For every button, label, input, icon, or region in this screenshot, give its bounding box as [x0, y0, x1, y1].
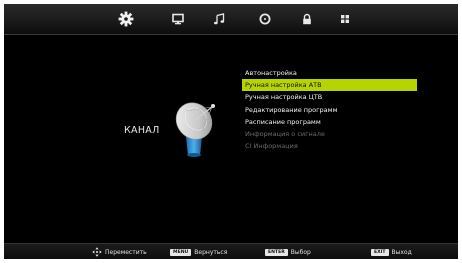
- menu-item-signal-info: Информация о сигнале: [245, 129, 325, 138]
- exit-key: EXIT: [371, 248, 389, 256]
- hint-move-label: Переместить: [105, 248, 147, 256]
- bottom-hint-bar: Переместить MENU Вернуться ENTER Выбор E…: [4, 243, 458, 259]
- hint-enter: ENTER Выбор: [265, 247, 311, 257]
- menu-item-atv-manual-tuning[interactable]: Ручная настройка АТВ: [242, 79, 417, 92]
- music-note-icon: [214, 13, 225, 25]
- menu-item-program-edit[interactable]: Редактирование программ: [242, 104, 417, 116]
- hint-menu: MENU Вернуться: [170, 247, 227, 257]
- tv-screen: КАНАЛ Автонастройка Ручная настройка АТВ…: [4, 4, 458, 259]
- tab-setup[interactable]: [334, 9, 356, 29]
- menu-item-dtv-manual-tuning[interactable]: Ручная настройка ЦТВ: [242, 91, 417, 103]
- tab-sound[interactable]: [208, 9, 230, 29]
- menu-item-ci-info: CI Информация: [245, 142, 298, 151]
- menu-key: MENU: [170, 248, 192, 256]
- tab-picture[interactable]: [167, 9, 189, 29]
- monitor-icon: [172, 13, 184, 25]
- hint-move: Переместить: [92, 247, 147, 257]
- hint-exit-label: Выход: [391, 248, 412, 256]
- tab-lock[interactable]: [296, 9, 318, 29]
- arrows-icon: [92, 247, 102, 257]
- clock-icon: [259, 13, 271, 25]
- hint-exit: EXIT Выход: [371, 247, 412, 257]
- menu-item-schedule-list[interactable]: Расписание программ: [242, 116, 417, 128]
- satellite-dish-icon: [175, 102, 215, 157]
- hint-menu-label: Вернуться: [194, 248, 228, 256]
- lock-icon: [303, 13, 311, 25]
- menu-item-auto-tuning[interactable]: Автонастройка: [242, 67, 417, 79]
- tab-time[interactable]: [254, 9, 276, 29]
- top-menu-bar: [4, 4, 458, 35]
- grid-icon: [341, 15, 349, 23]
- gear-icon: [118, 11, 134, 27]
- hint-enter-label: Выбор: [290, 248, 311, 256]
- page-title: КАНАЛ: [124, 125, 160, 136]
- enter-key: ENTER: [265, 248, 288, 256]
- tab-channel[interactable]: [115, 9, 137, 29]
- channel-menu: Автонастройка Ручная настройка АТВ Ручна…: [242, 67, 417, 152]
